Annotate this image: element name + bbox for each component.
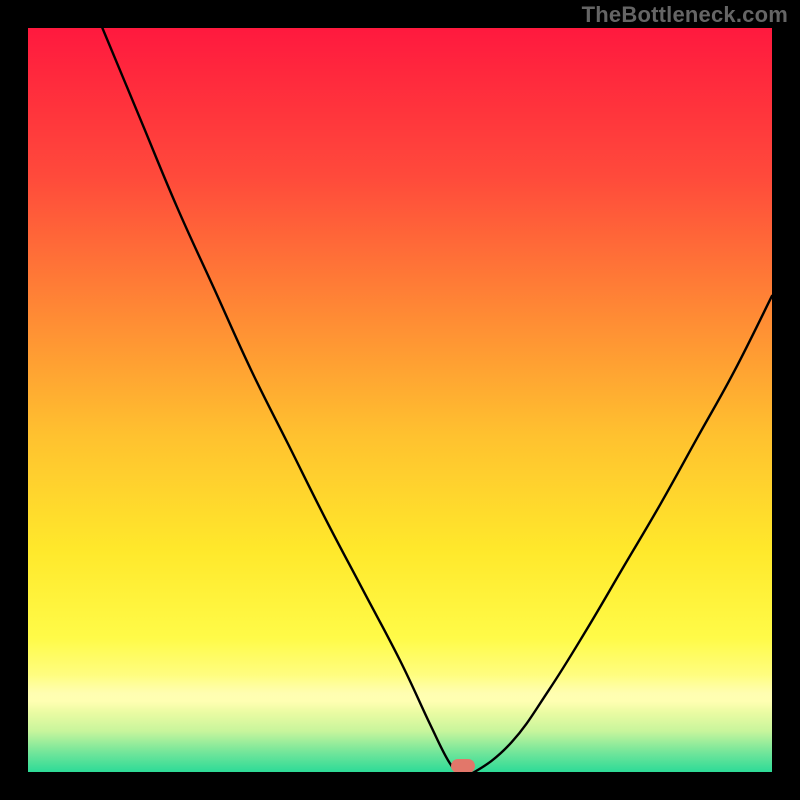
optimal-marker: [451, 759, 475, 772]
plot-area: [28, 28, 772, 772]
bottleneck-curve-path: [102, 28, 772, 772]
curve-svg: [28, 28, 772, 772]
watermark-text: TheBottleneck.com: [582, 2, 788, 28]
chart-frame: TheBottleneck.com: [0, 0, 800, 800]
